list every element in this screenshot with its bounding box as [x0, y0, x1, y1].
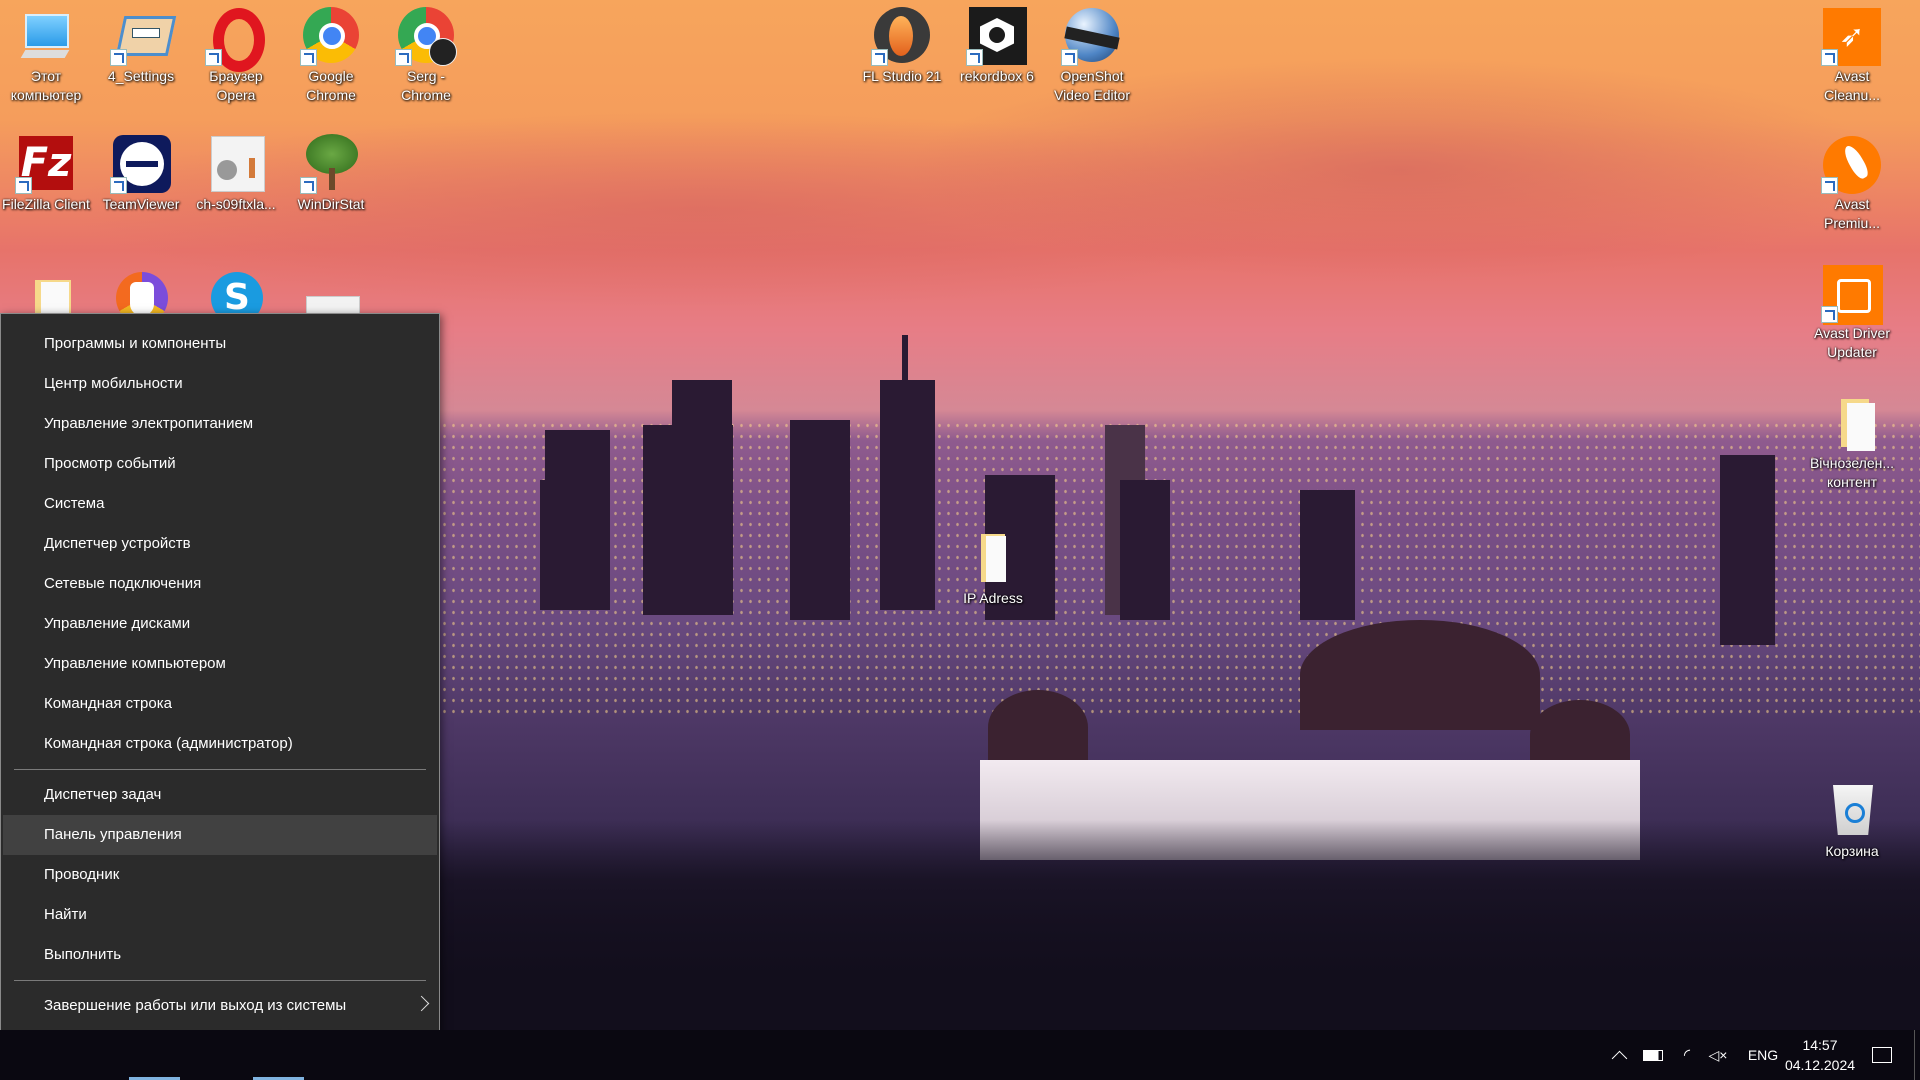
- volume-button[interactable]: ◁×: [1703, 1030, 1733, 1080]
- menu-item-disk-management[interactable]: Управление дисками: [3, 604, 437, 644]
- shortcut-arrow-icon: [300, 177, 317, 194]
- openshot-icon: [1061, 6, 1121, 66]
- menu-item-network-connections[interactable]: Сетевые подключения: [3, 564, 437, 604]
- desktop-icon-google-chrome[interactable]: Google Chrome: [286, 0, 376, 105]
- menu-item-file-explorer[interactable]: Проводник: [3, 855, 437, 895]
- filezilla-icon: Fz: [15, 134, 75, 194]
- desktop-icon-opera[interactable]: Браузер Opera: [191, 0, 281, 105]
- network-button[interactable]: ◜: [1672, 1030, 1702, 1080]
- observatory-dome: [1300, 620, 1540, 730]
- chevron-right-icon: [413, 995, 430, 1012]
- shortcut-arrow-icon: [1821, 306, 1838, 323]
- avast-cleanup-icon: ➶: [1821, 6, 1881, 66]
- clock-date: 04.12.2024: [1784, 1057, 1856, 1073]
- desktop-icon-fl-studio-21[interactable]: FL Studio 21: [857, 0, 947, 86]
- desktop-icon-openshot[interactable]: OpenShot Video Editor: [1047, 0, 1137, 105]
- settings-window-icon: [110, 6, 177, 66]
- building: [672, 380, 732, 610]
- building: [790, 420, 850, 620]
- shortcut-arrow-icon: [1061, 49, 1078, 66]
- desktop-icon-windirstat[interactable]: WinDirStat: [286, 128, 376, 214]
- shortcut-arrow-icon: [1821, 49, 1838, 66]
- menu-item-device-manager[interactable]: Диспетчер устройств: [3, 524, 437, 564]
- desktop-icon-avast-premium[interactable]: Avast Premiu...: [1807, 128, 1897, 233]
- opera-icon: [205, 6, 265, 72]
- computer-icon: [17, 6, 75, 64]
- menu-item-command-prompt-admin[interactable]: Командная строка (администратор): [3, 724, 437, 764]
- shortcut-arrow-icon: [15, 177, 32, 194]
- observatory-dome: [988, 690, 1088, 765]
- menu-item-command-prompt[interactable]: Командная строка: [3, 684, 437, 724]
- menu-item-label: Завершение работы или выход из системы: [44, 997, 347, 1014]
- menu-item-computer-management[interactable]: Управление компьютером: [3, 644, 437, 684]
- show-desktop-button[interactable]: [1914, 1030, 1915, 1080]
- menu-item-system[interactable]: Система: [3, 484, 437, 524]
- rekordbox-icon: [966, 6, 1027, 66]
- building: [1300, 490, 1355, 620]
- menu-item-task-manager[interactable]: Диспетчер задач: [3, 775, 437, 815]
- building: [545, 430, 610, 610]
- menu-item-event-viewer[interactable]: Просмотр событий: [3, 444, 437, 484]
- folder-icon: [1823, 393, 1881, 451]
- taskbar: ◜ ◁× ENG 14:57 04.12.2024: [0, 1030, 1920, 1080]
- avast-driver-updater-icon: [1821, 263, 1883, 325]
- winx-context-menu: Программы и компоненты Центр мобильности…: [0, 313, 440, 1075]
- menu-separator: [14, 980, 426, 981]
- desktop-icon-evergreen-content[interactable]: Вічнозелен... контент: [1807, 387, 1897, 492]
- hillside: [440, 820, 1920, 1030]
- shortcut-arrow-icon: [966, 49, 983, 66]
- menu-item-run[interactable]: Выполнить: [3, 935, 437, 975]
- desktop-icon-4-settings[interactable]: 4_Settings: [96, 0, 186, 86]
- menu-item-mobility-center[interactable]: Центр мобильности: [3, 364, 437, 404]
- menu-separator: [14, 769, 426, 770]
- desktop-icon-ch-s09ftxla[interactable]: ch-s09ftxla...: [191, 128, 281, 214]
- action-center-icon: [1872, 1047, 1892, 1063]
- shortcut-arrow-icon: [110, 49, 127, 66]
- folder-icon: [964, 528, 1022, 586]
- windirstat-tree-icon: [300, 134, 360, 194]
- shortcut-arrow-icon: [1821, 177, 1838, 194]
- chevron-up-icon: [1611, 1050, 1627, 1066]
- avast-premium-icon: [1821, 134, 1881, 194]
- shortcut-arrow-icon: [300, 49, 317, 66]
- profile-avatar: [429, 38, 457, 66]
- menu-item-programs-and-features[interactable]: Программы и компоненты: [3, 324, 437, 364]
- crane: [902, 335, 908, 385]
- action-center-button[interactable]: [1862, 1030, 1902, 1080]
- menu-item-shutdown-or-sign-out[interactable]: Завершение работы или выход из системы: [3, 986, 437, 1026]
- shortcut-arrow-icon: [871, 49, 888, 66]
- shortcut-arrow-icon: [110, 177, 127, 194]
- clock-time: 14:57: [1802, 1037, 1838, 1053]
- menu-item-search[interactable]: Найти: [3, 895, 437, 935]
- shortcut-arrow-icon: [395, 49, 412, 66]
- building: [880, 380, 935, 610]
- chrome-profile-icon: [395, 6, 457, 66]
- desktop-icon-filezilla[interactable]: Fz FileZilla Client: [1, 128, 91, 214]
- chrome-icon: [300, 6, 360, 66]
- air-conditioner-image-icon: [207, 134, 265, 192]
- menu-item-control-panel[interactable]: Панель управления: [3, 815, 437, 855]
- desktop-icon-avast-cleanup[interactable]: ➶ Avast Cleanu...: [1807, 0, 1897, 105]
- fl-studio-icon: [871, 6, 931, 66]
- battery-button[interactable]: [1638, 1030, 1668, 1080]
- desktop-icon-this-pc[interactable]: Этот компьютер: [1, 0, 91, 105]
- battery-charging-icon: [1643, 1049, 1663, 1061]
- volume-muted-icon: ◁×: [1708, 1046, 1728, 1063]
- desktop-icon-serg-chrome[interactable]: Serg - Chrome: [381, 0, 471, 105]
- teamviewer-icon: [110, 134, 171, 194]
- clock[interactable]: 14:57 04.12.2024: [1767, 1030, 1873, 1080]
- desktop-icon-avast-driver-updater[interactable]: Avast Driver Updater: [1807, 257, 1897, 362]
- recycle-bin-icon: [1823, 781, 1881, 839]
- menu-item-power-options[interactable]: Управление электропитанием: [3, 404, 437, 444]
- desktop-icon-ip-adress[interactable]: IP Adress: [948, 522, 1038, 608]
- building: [1720, 455, 1775, 645]
- desktop-icon-teamviewer[interactable]: TeamViewer: [96, 128, 186, 214]
- wifi-icon: ◜: [1683, 1047, 1691, 1064]
- desktop-icon-recycle-bin[interactable]: Корзина: [1807, 775, 1897, 861]
- building: [1120, 480, 1170, 620]
- shortcut-arrow-icon: [205, 49, 222, 66]
- desktop-icon-rekordbox-6[interactable]: rekordbox 6: [952, 0, 1042, 86]
- show-hidden-icons-button[interactable]: [1605, 1030, 1633, 1080]
